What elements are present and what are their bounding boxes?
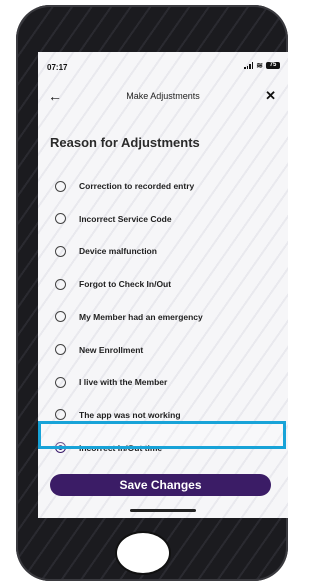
reason-option-label: My Member had an emergency [79, 311, 203, 322]
radio-button[interactable] [55, 409, 66, 421]
signal-icon [244, 62, 254, 69]
reason-option[interactable]: I live with the Member [38, 371, 288, 393]
reason-option-label: Incorrect Service Code [79, 213, 172, 224]
reason-option[interactable]: Forgot to Check In/Out [38, 273, 288, 295]
battery-icon: 75 [266, 62, 280, 69]
radio-button[interactable] [55, 180, 66, 192]
reason-option-label: Device malfunction [79, 246, 157, 257]
reason-option[interactable]: My Member had an emergency [38, 306, 288, 328]
radio-button[interactable] [55, 213, 66, 225]
reason-option[interactable]: Device malfunction [38, 240, 288, 262]
close-icon[interactable]: ✕ [265, 88, 276, 104]
home-indicator [130, 509, 196, 512]
reason-option[interactable]: Correction to recorded entry [38, 175, 288, 197]
radio-button[interactable] [55, 278, 66, 290]
status-time: 07:17 [47, 63, 68, 72]
reason-option-label: Correction to recorded entry [79, 181, 195, 191]
status-bar: 07:17 ≋ 75 [38, 52, 288, 80]
radio-button[interactable] [55, 245, 66, 257]
selected-option-highlight [38, 421, 286, 449]
screen-header: ← Make Adjustments ✕ [38, 88, 288, 110]
reason-option[interactable]: Incorrect Service Code [38, 208, 288, 230]
save-changes-button[interactable]: Save Changes [50, 474, 271, 496]
screen-title: Make Adjustments [126, 91, 200, 101]
reason-option-label: Forgot to Check In/Out [79, 279, 172, 290]
reason-option-label: I live with the Member [79, 377, 168, 388]
reason-option-label: The app was not working [79, 409, 181, 420]
radio-button[interactable] [55, 344, 66, 355]
reason-option-label: New Enrollment [79, 344, 144, 355]
wifi-icon: ≋ [256, 61, 263, 70]
radio-button[interactable] [55, 376, 66, 388]
home-button[interactable] [117, 533, 169, 573]
reason-option[interactable]: New Enrollment [38, 339, 288, 361]
section-title: Reason for Adjustments [50, 135, 200, 150]
app-screen: 07:17 ≋ 75 ← Make Adjustments ✕ Reason f… [38, 52, 288, 518]
radio-button[interactable] [55, 311, 66, 323]
status-icons: ≋ 75 [244, 61, 280, 70]
